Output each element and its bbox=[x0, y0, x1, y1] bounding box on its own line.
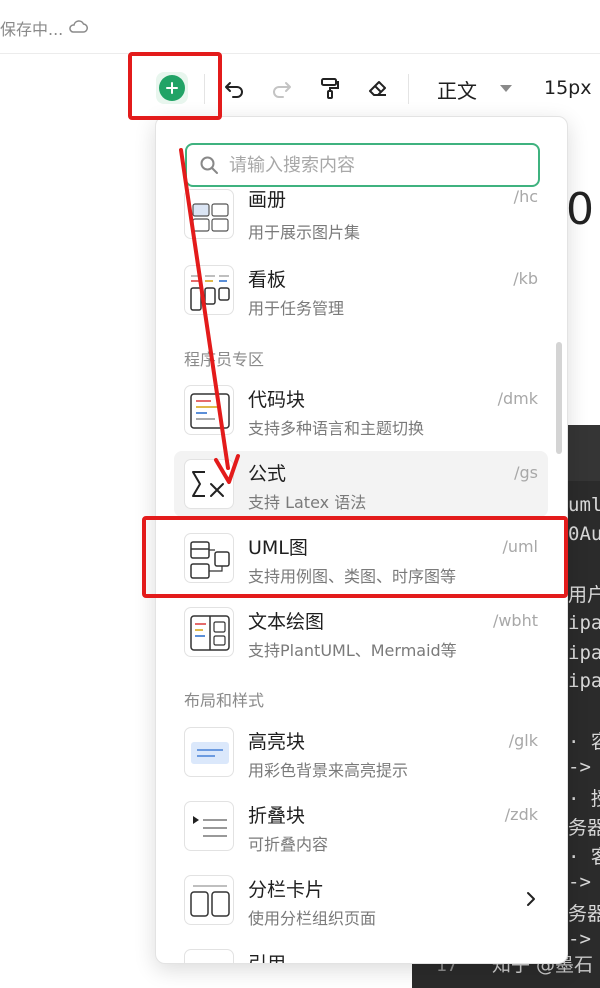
cloud-icon bbox=[69, 20, 88, 33]
group-title-layout: 布局和样式 bbox=[184, 691, 265, 710]
annotation-box-insert bbox=[128, 52, 222, 120]
menu-item-shortcut: /glk bbox=[508, 731, 538, 750]
menu-item-title: 分栏卡片 bbox=[248, 879, 325, 901]
menu-item-desc: 使用分栏组织页面 bbox=[248, 909, 377, 928]
text-diagram-icon bbox=[184, 607, 234, 657]
menu-item-shortcut: /wbht bbox=[492, 611, 538, 630]
scrollbar[interactable] bbox=[556, 342, 562, 454]
toolbar-divider bbox=[408, 74, 409, 104]
code-block-icon bbox=[184, 385, 234, 435]
font-size-select[interactable]: 15px bbox=[544, 77, 591, 99]
redo-icon[interactable] bbox=[270, 76, 294, 100]
code-line: 用户 bbox=[568, 584, 600, 606]
menu-item-code-block[interactable]: 代码块 支持多种语言和主题切换 /dmk bbox=[174, 377, 548, 443]
code-line: 0Au bbox=[568, 523, 600, 545]
save-status: 保存中... bbox=[0, 20, 64, 39]
menu-item-shortcut: /zdk bbox=[504, 805, 538, 824]
code-line: · 容 bbox=[568, 731, 600, 753]
menu-item-collapse-block[interactable]: 折叠块 可折叠内容 /zdk bbox=[174, 793, 548, 859]
text-style-select[interactable]: 正文 bbox=[437, 75, 477, 104]
menu-item-title: 代码块 bbox=[248, 389, 306, 411]
code-line: 务器 bbox=[568, 817, 600, 839]
search-input[interactable] bbox=[229, 151, 529, 179]
menu-item-title: 引用 bbox=[248, 953, 287, 964]
menu-item-shortcut: /hc bbox=[513, 187, 538, 206]
code-line: ipa bbox=[568, 642, 600, 664]
menu-item-highlight-block[interactable]: 高亮块 用彩色背景来高亮提示 /glk bbox=[174, 719, 548, 785]
menu-item-desc: 可折叠内容 bbox=[248, 835, 329, 854]
menu-item-title: 画册 bbox=[248, 189, 287, 211]
column-card-icon bbox=[184, 875, 234, 925]
menu-item-title: 公式 bbox=[248, 463, 287, 485]
code-line: uml bbox=[568, 494, 600, 516]
menu-item-column-card[interactable]: 分栏卡片 使用分栏组织页面 bbox=[174, 867, 548, 933]
menu-item-desc: 支持PlantUML、Mermaid等 bbox=[248, 641, 457, 660]
code-line: · 客 bbox=[568, 846, 600, 868]
menu-item-formula[interactable]: 公式 支持 Latex 语法 /gs bbox=[174, 451, 548, 517]
menu-item-desc: 支持多种语言和主题切换 bbox=[248, 419, 425, 438]
status-bar: 保存中... bbox=[0, 0, 600, 54]
search-field[interactable] bbox=[185, 143, 540, 187]
menu-item-shortcut: /gs bbox=[514, 463, 538, 482]
menu-item-title: 高亮块 bbox=[248, 731, 306, 753]
menu-item-desc: 用于展示图片集 bbox=[248, 223, 361, 242]
code-line: 务器 bbox=[568, 903, 600, 925]
menu-item-desc: 用彩色背景来高亮提示 bbox=[248, 761, 409, 780]
format-painter-icon[interactable] bbox=[318, 76, 342, 100]
menu-item-desc: 支持 Latex 语法 bbox=[248, 493, 367, 512]
menu-item-shortcut: /kb bbox=[513, 269, 538, 288]
code-line: -> bbox=[568, 871, 591, 893]
code-line: ipa bbox=[568, 612, 600, 634]
annotation-box-uml bbox=[142, 516, 568, 598]
document-heading-fragment: 0 bbox=[566, 184, 594, 235]
menu-item-gallery[interactable]: 画册 用于展示图片集 /hc bbox=[174, 187, 548, 253]
menu-item-title: 看板 bbox=[248, 269, 287, 291]
menu-item-text-diagram[interactable]: 文本绘图 支持PlantUML、Mermaid等 /wbht bbox=[174, 599, 548, 665]
menu-item-title: 文本绘图 bbox=[248, 611, 325, 633]
menu-item-desc: 用于任务管理 bbox=[248, 299, 345, 318]
chevron-down-icon[interactable] bbox=[500, 85, 512, 92]
code-line: -> bbox=[568, 928, 591, 950]
collapse-block-icon bbox=[184, 801, 234, 851]
gallery-icon bbox=[184, 189, 234, 239]
code-line: ipa bbox=[568, 670, 600, 692]
highlight-block-icon bbox=[184, 727, 234, 777]
menu-item-shortcut: /dmk bbox=[497, 389, 538, 408]
menu-item-quote[interactable]: 引用 bbox=[174, 941, 548, 964]
undo-icon[interactable] bbox=[222, 76, 246, 100]
menu-item-title: 折叠块 bbox=[248, 805, 306, 827]
code-line: · 授 bbox=[568, 788, 600, 810]
formula-icon bbox=[184, 459, 234, 509]
chevron-right-icon[interactable] bbox=[524, 889, 538, 909]
group-title-developer: 程序员专区 bbox=[184, 350, 265, 369]
code-line: -> bbox=[568, 756, 591, 778]
kanban-icon bbox=[184, 265, 234, 315]
eraser-icon[interactable] bbox=[366, 76, 390, 100]
search-icon bbox=[200, 156, 218, 174]
menu-item-kanban[interactable]: 看板 用于任务管理 /kb bbox=[174, 257, 548, 323]
quote-icon bbox=[184, 949, 234, 963]
